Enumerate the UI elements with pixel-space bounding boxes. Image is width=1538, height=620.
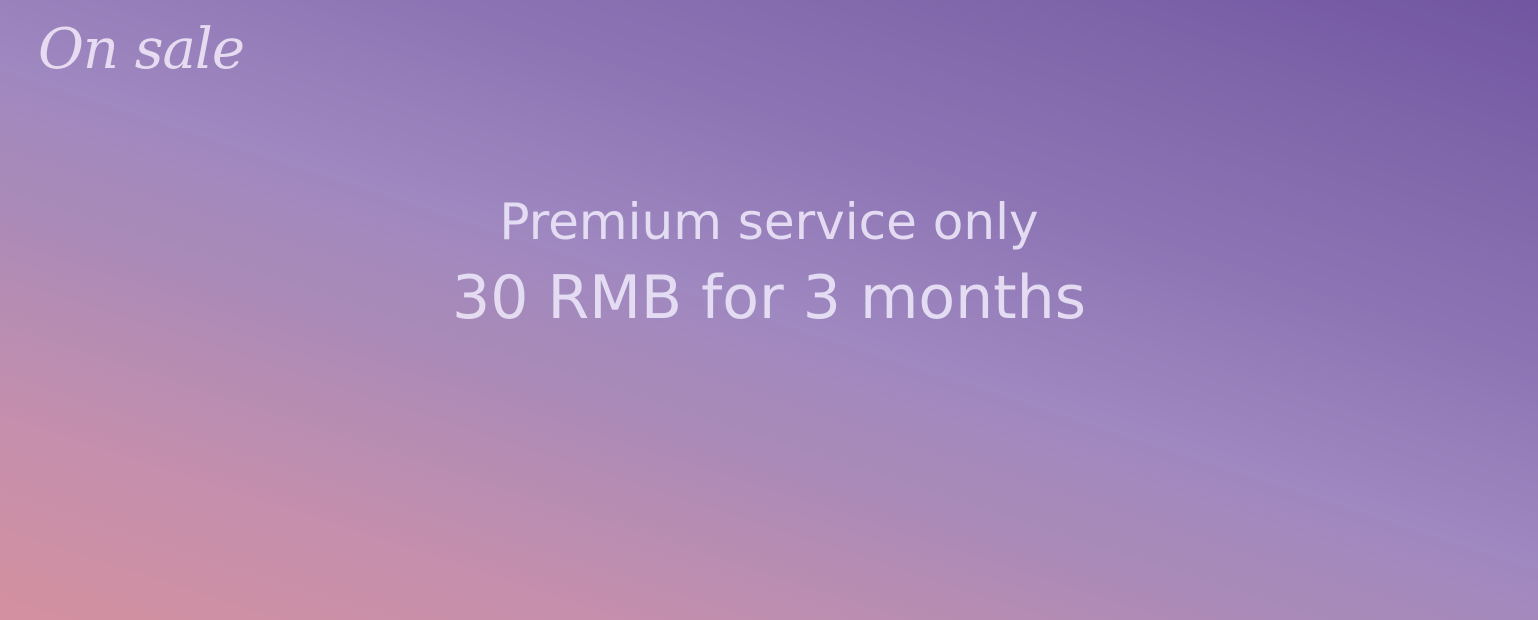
promo-banner: On sale Premium service only 30 RMB for … <box>0 0 1538 620</box>
promo-headline: Premium service only 30 RMB for 3 months <box>0 188 1538 340</box>
promo-subtitle: Premium service only <box>499 193 1039 251</box>
promo-offer: 30 RMB for 3 months <box>452 263 1086 333</box>
sale-tag: On sale <box>38 17 245 82</box>
